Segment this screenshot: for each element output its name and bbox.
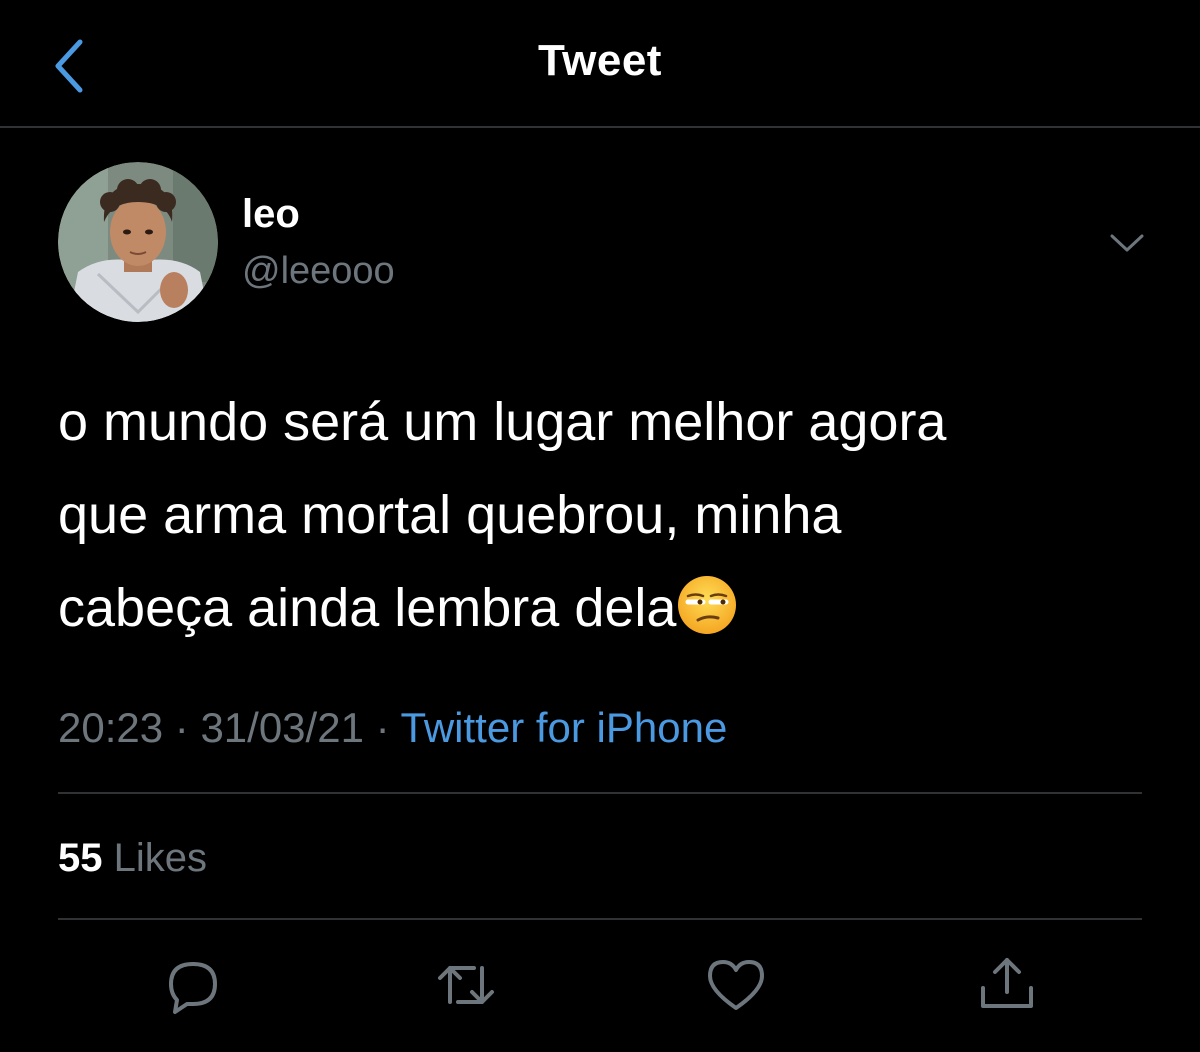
tweet-text-line-content: cabeça ainda lembra dela <box>58 578 677 638</box>
likes-stat[interactable]: 55 Likes <box>58 836 207 881</box>
meta-separator: · <box>163 704 201 751</box>
meta-separator: · <box>363 704 401 751</box>
tweet-menu-button[interactable] <box>1106 228 1148 258</box>
author-handle[interactable]: @leeooo <box>242 250 395 293</box>
tweet-text-line: que arma mortal quebrou, minha <box>58 485 842 545</box>
unamused-face-emoji <box>678 576 737 634</box>
likes-label: Likes <box>102 836 207 880</box>
retweet-icon <box>438 966 494 1004</box>
tweet-time: 20:23 <box>58 704 164 751</box>
reply-icon <box>169 962 217 1014</box>
reply-button[interactable] <box>157 952 229 1018</box>
divider <box>58 918 1142 920</box>
share-button[interactable] <box>971 952 1043 1018</box>
page-title: Tweet <box>538 36 662 85</box>
share-icon <box>981 958 1033 1008</box>
tweet-detail-screen: Tweet leo @leeooo o mundo será um lugar … <box>0 0 1200 1052</box>
tweet-text-line: cabeça ainda lembra dela <box>58 562 1158 655</box>
divider <box>58 792 1142 794</box>
tweet-date: 31/03/21 <box>200 704 364 751</box>
chevron-down-icon <box>1110 234 1144 252</box>
author-display-name[interactable]: leo <box>242 192 300 237</box>
like-button[interactable] <box>700 952 772 1018</box>
tweet-source-link[interactable]: Twitter for iPhone <box>401 704 728 751</box>
tweet-text: o mundo será um lugar melhor agora que a… <box>58 376 1158 655</box>
tweet-meta: 20:23 · 31/03/21 · Twitter for iPhone <box>58 704 727 752</box>
retweet-button[interactable] <box>430 952 502 1018</box>
top-nav-bar: Tweet <box>0 0 1200 128</box>
heart-icon <box>708 960 764 1010</box>
profile-photo <box>58 162 218 322</box>
tweet-text-line: o mundo será um lugar melhor agora <box>58 392 947 452</box>
avatar[interactable] <box>58 162 218 322</box>
likes-count: 55 <box>58 836 103 880</box>
